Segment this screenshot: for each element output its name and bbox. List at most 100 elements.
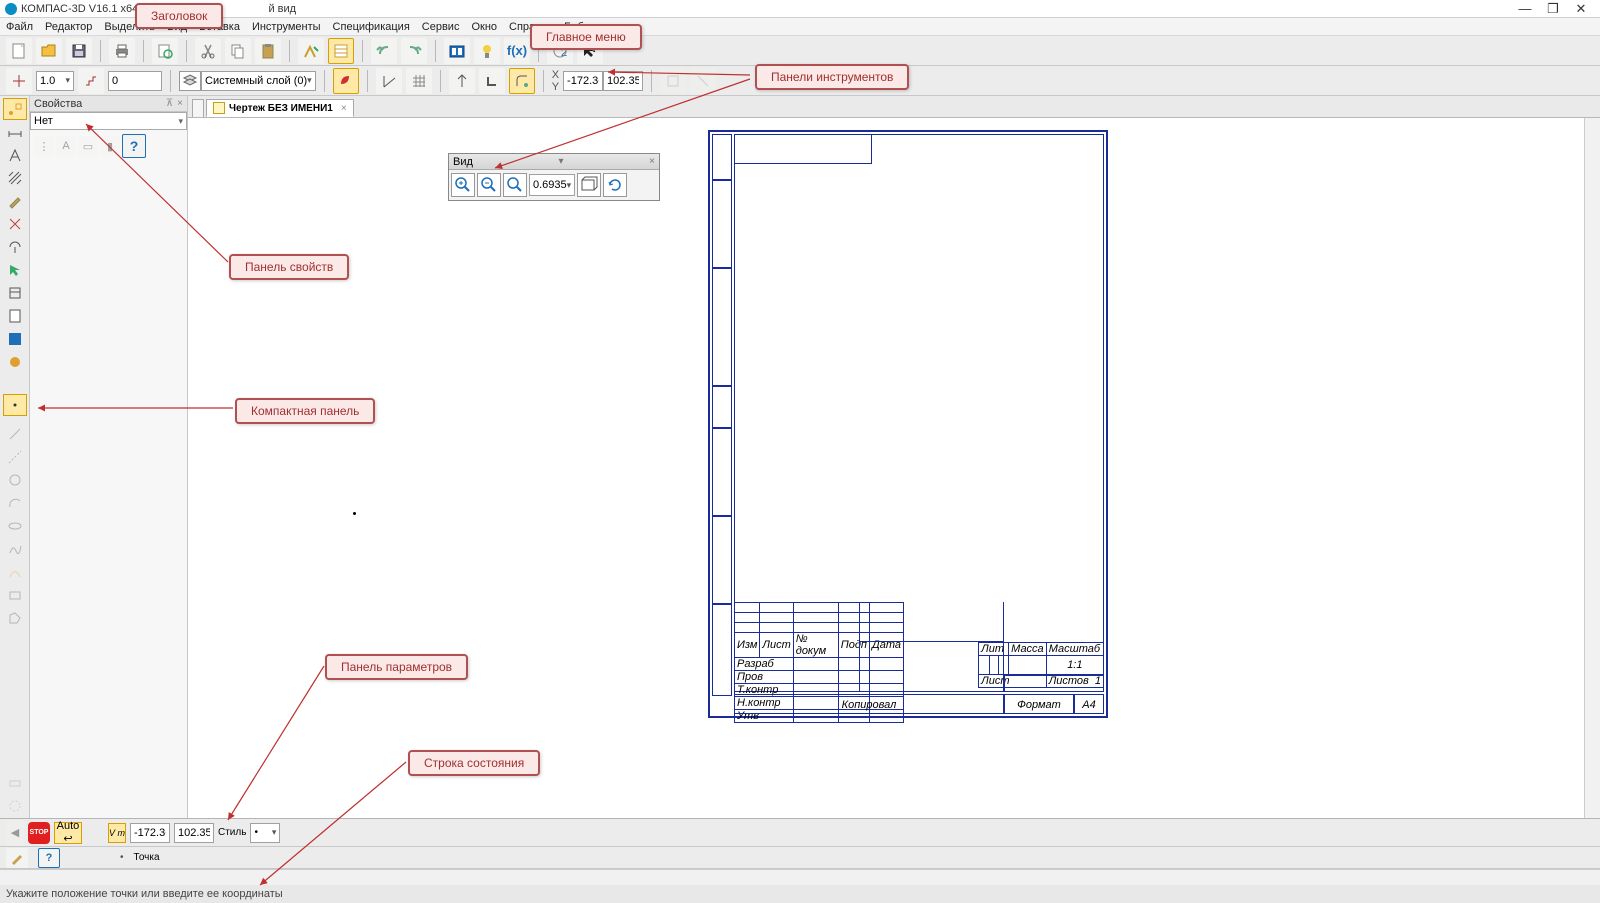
library-mgr-button[interactable]	[444, 38, 470, 64]
copy-button[interactable]	[225, 38, 251, 64]
cut-button[interactable]	[195, 38, 221, 64]
cursor-dot	[353, 512, 356, 515]
arc-tool[interactable]	[3, 492, 27, 514]
angle-button[interactable]	[376, 68, 402, 94]
spec-group[interactable]	[3, 282, 27, 304]
menu-tools[interactable]: Инструменты	[252, 21, 321, 33]
view-panel-title[interactable]: Вид ▾ ×	[449, 154, 659, 170]
equidist-tool[interactable]	[3, 772, 27, 794]
view-floating-panel[interactable]: Вид ▾ × 0.6935	[448, 153, 660, 201]
message-row: ? • Точка	[0, 847, 1600, 869]
select-group[interactable]	[3, 259, 27, 281]
redo-button[interactable]	[401, 38, 427, 64]
close-button[interactable]: ✕	[1567, 1, 1595, 17]
param-y-input[interactable]	[174, 823, 214, 843]
format-button[interactable]	[298, 38, 324, 64]
compact-panel	[0, 96, 30, 818]
menu-spec[interactable]: Спецификация	[333, 21, 410, 33]
props-filter-icon[interactable]: ⋮	[34, 136, 54, 156]
edit-group[interactable]	[3, 190, 27, 212]
step-input[interactable]	[108, 71, 162, 91]
msg-format-icon[interactable]	[6, 848, 28, 868]
auto-button[interactable]: Auto↩	[54, 822, 82, 844]
zoom-in-icon[interactable]	[451, 173, 475, 197]
snap-toggle[interactable]	[333, 68, 359, 94]
doc-icon	[213, 102, 225, 114]
hatch-group[interactable]	[3, 167, 27, 189]
zoom-out-icon[interactable]	[477, 173, 501, 197]
round-button[interactable]	[509, 68, 535, 94]
props-filter-dropdown[interactable]: Нет	[30, 112, 187, 130]
variable-button[interactable]	[474, 38, 500, 64]
menu-window[interactable]: Окно	[471, 21, 497, 33]
props-bar-icon[interactable]: ▮	[100, 136, 120, 156]
minimize-button[interactable]: —	[1511, 1, 1539, 16]
grid-button[interactable]	[406, 68, 432, 94]
bezier-tool[interactable]	[3, 561, 27, 583]
save-button[interactable]	[66, 38, 92, 64]
spline-tool[interactable]	[3, 538, 27, 560]
doc-tab-label: Чертеж БЕЗ ИМЕНИ1	[229, 103, 333, 114]
geometry-group[interactable]	[3, 98, 27, 120]
rect-tool[interactable]	[3, 584, 27, 606]
props-text-icon[interactable]: A	[56, 136, 76, 156]
zoom-window-icon[interactable]	[577, 173, 601, 197]
props-help-icon[interactable]: ?	[122, 134, 146, 158]
corner-button[interactable]	[479, 68, 505, 94]
new-button[interactable]	[6, 38, 32, 64]
line-tool[interactable]	[3, 423, 27, 445]
ortho-button[interactable]	[449, 68, 475, 94]
horizontal-scrollbar[interactable]	[0, 869, 1600, 885]
aux-line-tool[interactable]	[3, 446, 27, 468]
contour-tool[interactable]	[3, 607, 27, 629]
doc-close-icon[interactable]: ×	[341, 103, 347, 114]
document-tab[interactable]: Чертеж БЕЗ ИМЕНИ1 ×	[206, 99, 354, 117]
dims-group[interactable]	[3, 121, 27, 143]
close-icon[interactable]: ×	[177, 98, 183, 109]
view-panel-close[interactable]: ×	[649, 156, 655, 167]
style-dropdown[interactable]: •	[250, 823, 280, 843]
refresh-icon[interactable]	[603, 173, 627, 197]
coord-mode-button[interactable]: V т	[108, 823, 126, 843]
x-display[interactable]	[563, 71, 603, 91]
properties-button[interactable]	[328, 38, 354, 64]
param-x-input[interactable]	[130, 823, 170, 843]
point-tool[interactable]	[3, 394, 27, 416]
views-group[interactable]	[3, 328, 27, 350]
undo-button[interactable]	[371, 38, 397, 64]
layer-widget[interactable]: Системный слой (0)	[179, 71, 316, 91]
step-button[interactable]	[78, 68, 104, 94]
menu-file[interactable]: Файл	[6, 21, 33, 33]
insert-group[interactable]	[3, 351, 27, 373]
zoom-scale-dropdown[interactable]: 0.6935	[529, 174, 575, 196]
print-button[interactable]	[109, 38, 135, 64]
report-group[interactable]	[3, 305, 27, 327]
maximize-button[interactable]: ❐	[1539, 1, 1567, 17]
view-panel-dropdown[interactable]: ▾	[559, 156, 564, 167]
param-prev-icon[interactable]: ◀	[6, 820, 24, 846]
open-button[interactable]	[36, 38, 62, 64]
menu-edit[interactable]: Редактор	[45, 21, 92, 33]
tab-handle[interactable]	[192, 99, 204, 117]
preview-button[interactable]	[152, 38, 178, 64]
collect-tool[interactable]	[3, 795, 27, 817]
ellipse-tool[interactable]	[3, 515, 27, 537]
props-expand-icon[interactable]: ▭	[78, 136, 98, 156]
text-group[interactable]	[3, 144, 27, 166]
measure-group[interactable]	[3, 236, 27, 258]
msg-help-icon[interactable]: ?	[38, 848, 60, 868]
fx-button[interactable]: f(x)	[504, 38, 530, 64]
param-group[interactable]	[3, 213, 27, 235]
snap-origin-button[interactable]	[6, 68, 32, 94]
vertical-scrollbar[interactable]	[1584, 118, 1600, 818]
stop-button[interactable]: STOP	[28, 822, 50, 844]
circle-tool[interactable]	[3, 469, 27, 491]
layer-dropdown[interactable]: Системный слой (0)	[201, 71, 316, 91]
scale-dropdown[interactable]: 1.0	[36, 71, 74, 91]
y-display[interactable]	[603, 71, 643, 91]
zoom-fit-icon[interactable]	[503, 173, 527, 197]
pin-icon[interactable]: ⊼	[166, 98, 173, 109]
paste-button[interactable]	[255, 38, 281, 64]
menu-service[interactable]: Сервис	[422, 21, 460, 33]
drawing-canvas[interactable]: ИзмЛист№ докумПодпДата Разраб Пров Т.кон…	[188, 118, 1600, 818]
